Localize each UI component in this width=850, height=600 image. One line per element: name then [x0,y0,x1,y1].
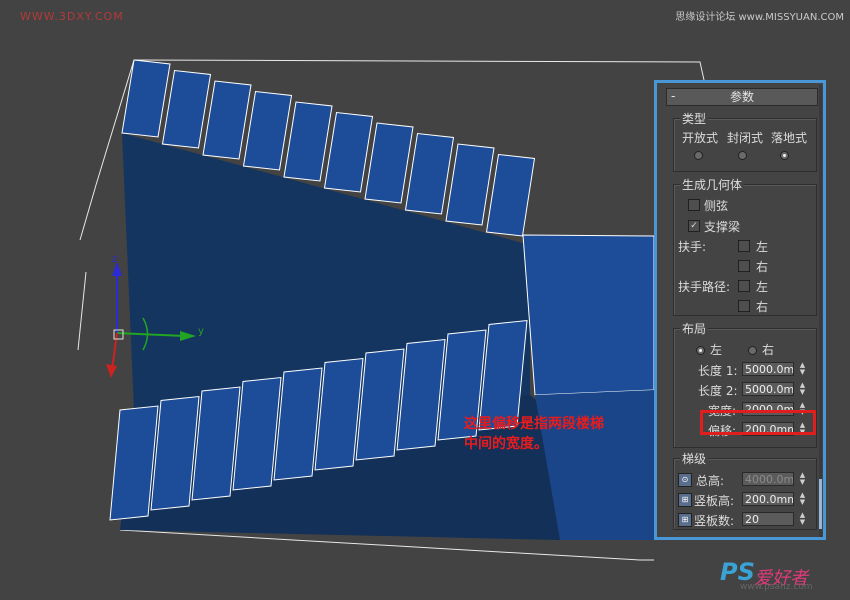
upper-step [323,111,374,193]
panel-scrollbar-thumb[interactable] [819,479,822,529]
type-box-label: 落地式 [771,131,808,145]
upper-step [121,59,171,138]
rail-path-right-label: 右 [756,300,769,314]
steps-group: 梯级 ⊙ 总高: 4000.0mm ▲▼ ⊞ 竖板高: 200.0mm ▲▼ ⊞… [673,450,817,530]
landing [522,234,655,396]
axis-z-label: z [112,254,117,265]
length1-input[interactable]: 5000.0mm [742,362,794,376]
parameters-panel: - 参数 类型 开放式 封闭式 落地式 生成几何体 侧弦 ✓ 支撑梁 扶手: 左… [654,80,826,540]
upper-step [202,80,252,160]
stringers-label: 侧弦 [704,199,729,213]
annotation-text: 这里偏移是指两段楼梯 中间的宽度。 [464,414,604,454]
type-box-radio[interactable] [780,151,789,160]
rollout-header-parameters[interactable]: - 参数 [666,88,818,106]
rail-path-right-checkbox[interactable] [738,300,750,312]
handrail-right-checkbox[interactable] [738,260,750,272]
generate-geometry-title: 生成几何体 [680,176,745,193]
upper-step [242,90,293,171]
rail-path-label: 扶手路径: [678,280,731,294]
generate-geometry-group: 生成几何体 侧弦 ✓ 支撑梁 扶手: 左 右 扶手路径: 左 右 [673,176,817,316]
riser-count-label: 竖板数: [694,514,735,528]
layout-right-radio[interactable] [748,346,757,355]
riser-height-lock-icon[interactable]: ⊞ [678,493,692,507]
riser-count-spinner-icon[interactable]: ▲ ▼ [798,512,807,526]
type-open-radio[interactable] [694,151,703,160]
length2-label: 长度 2: [698,384,738,398]
carriage-checkbox[interactable]: ✓ [688,220,700,232]
upper-step [364,122,414,204]
layout-group-title: 布局 [680,320,709,337]
upper-step [485,153,536,237]
upper-step [404,132,455,215]
collapse-icon: - [671,89,676,103]
length2-spinner-icon[interactable]: ▲ ▼ [798,382,807,396]
type-closed-label: 封闭式 [727,131,764,145]
riser-height-label: 竖板高: [694,494,735,508]
layout-left-label: 左 [710,343,723,357]
length1-spinner-icon[interactable]: ▲ ▼ [798,362,807,376]
carriage-label: 支撑梁 [704,220,741,234]
panel-scrollbar[interactable] [819,85,822,537]
type-group: 类型 开放式 封闭式 落地式 [673,110,817,172]
layout-left-radio[interactable] [696,346,705,355]
length1-label: 长度 1: [698,364,738,378]
type-open-label: 开放式 [682,131,719,145]
layout-right-label: 右 [762,343,775,357]
axis-y-label: y [198,326,204,337]
riser-count-input[interactable]: 20 [742,512,794,526]
overall-input[interactable]: 4000.0mm [742,472,794,486]
overall-spinner-icon[interactable]: ▲ ▼ [798,472,807,486]
handrail-right-label: 右 [756,260,769,274]
overall-label: 总高: [696,474,725,488]
type-group-title: 类型 [680,110,709,127]
upper-step [283,101,333,182]
rail-path-left-checkbox[interactable] [738,280,750,292]
rail-path-left-label: 左 [756,280,769,294]
overall-lock-icon[interactable]: ⊙ [678,473,692,487]
handrail-left-label: 左 [756,240,769,254]
offset-highlight-box [700,410,816,435]
riser-count-lock-icon[interactable]: ⊞ [678,513,692,527]
riser-height-input[interactable]: 200.0mm [742,492,794,506]
watermark-bottom-right: PS 爱好者 www.psahz.com [710,558,840,594]
handrail-left-checkbox[interactable] [738,240,750,252]
watermark-top-right: 思缘设计论坛 www.MISSYUAN.COM [675,12,844,23]
handrail-label: 扶手: [678,240,707,254]
watermark-url: www.psahz.com [740,582,813,592]
upper-step [161,69,212,149]
rollout-title: 参数 [729,90,754,104]
riser-height-spinner-icon[interactable]: ▲ ▼ [798,492,807,506]
upper-step [445,143,495,226]
annotation-line-1: 这里偏移是指两段楼梯 [464,416,604,432]
steps-group-title: 梯级 [680,450,709,467]
type-closed-radio[interactable] [738,151,747,160]
watermark-top-left: WWW.3DXY.COM [20,10,124,23]
stringers-checkbox[interactable] [688,199,700,211]
annotation-line-2: 中间的宽度。 [464,436,548,452]
length2-input[interactable]: 5000.0mm [742,382,794,396]
